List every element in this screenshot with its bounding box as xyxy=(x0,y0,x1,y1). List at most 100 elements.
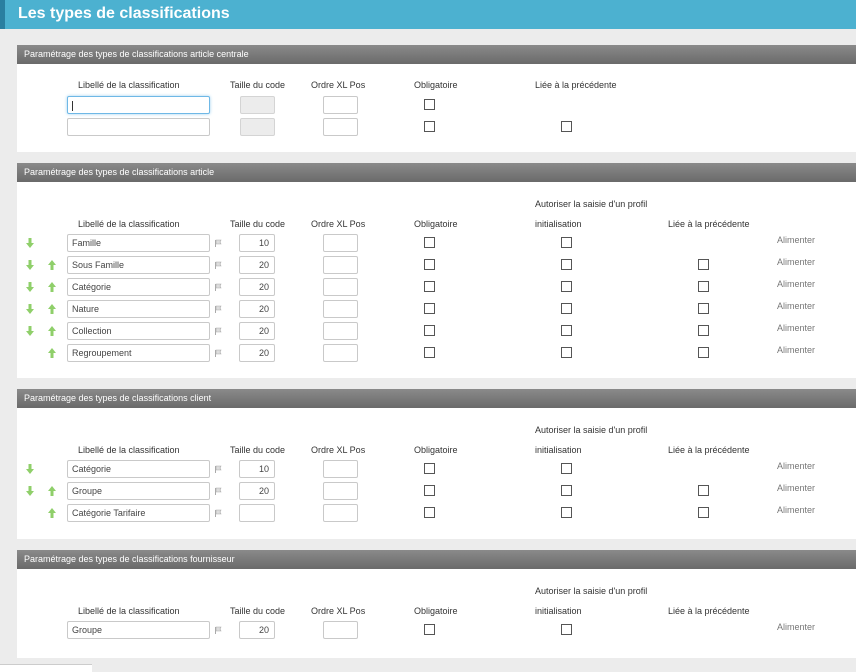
code-size-input[interactable]: 20 xyxy=(239,322,275,340)
initialisation-checkbox[interactable] xyxy=(561,463,572,474)
translate-icon[interactable] xyxy=(214,349,222,357)
translate-icon[interactable] xyxy=(214,283,222,291)
alimenter-link[interactable]: Alimenter xyxy=(777,505,815,515)
obligatoire-checkbox[interactable] xyxy=(424,347,435,358)
initialisation-checkbox[interactable] xyxy=(561,624,572,635)
obligatoire-checkbox[interactable] xyxy=(424,121,435,132)
liee-checkbox[interactable] xyxy=(698,259,709,270)
alimenter-link[interactable]: Alimenter xyxy=(777,345,815,355)
move-down-icon[interactable] xyxy=(26,326,34,336)
libelle-input[interactable]: Sous Famille xyxy=(67,256,210,274)
obligatoire-checkbox[interactable] xyxy=(424,303,435,314)
obligatoire-checkbox[interactable] xyxy=(424,325,435,336)
ordre-input[interactable] xyxy=(323,96,358,114)
ordre-input[interactable] xyxy=(323,300,358,318)
initialisation-checkbox[interactable] xyxy=(561,259,572,270)
move-down-icon[interactable] xyxy=(26,304,34,314)
libelle-input[interactable]: Catégorie xyxy=(67,278,210,296)
initialisation-checkbox[interactable] xyxy=(561,507,572,518)
move-down-icon[interactable] xyxy=(26,464,34,474)
libelle-input[interactable]: Catégorie xyxy=(67,460,210,478)
alimenter-link[interactable]: Alimenter xyxy=(777,235,815,245)
obligatoire-checkbox[interactable] xyxy=(424,624,435,635)
liee-checkbox[interactable] xyxy=(698,485,709,496)
ordre-input[interactable] xyxy=(323,460,358,478)
obligatoire-checkbox[interactable] xyxy=(424,485,435,496)
translate-icon[interactable] xyxy=(214,626,222,634)
move-down-icon[interactable] xyxy=(26,486,34,496)
move-up-icon[interactable] xyxy=(48,326,56,336)
translate-icon[interactable] xyxy=(214,487,222,495)
ordre-input[interactable] xyxy=(323,234,358,252)
code-size-input[interactable]: 10 xyxy=(239,234,275,252)
ordre-input[interactable] xyxy=(323,322,358,340)
move-up-icon[interactable] xyxy=(48,260,56,270)
alimenter-link[interactable]: Alimenter xyxy=(777,483,815,493)
liee-checkbox[interactable] xyxy=(561,121,572,132)
code-size-input[interactable]: 20 xyxy=(239,278,275,296)
obligatoire-checkbox[interactable] xyxy=(424,259,435,270)
translate-icon[interactable] xyxy=(214,261,222,269)
move-down-icon[interactable] xyxy=(26,238,34,248)
alimenter-link[interactable]: Alimenter xyxy=(777,323,815,333)
code-size-input[interactable]: 20 xyxy=(239,482,275,500)
libelle-input[interactable]: Collection xyxy=(67,322,210,340)
move-up-icon[interactable] xyxy=(48,304,56,314)
translate-icon[interactable] xyxy=(214,305,222,313)
initialisation-checkbox[interactable] xyxy=(561,281,572,292)
initialisation-checkbox[interactable] xyxy=(561,303,572,314)
libelle-input[interactable] xyxy=(67,118,210,136)
code-size-input[interactable]: 10 xyxy=(239,460,275,478)
alimenter-link[interactable]: Alimenter xyxy=(777,257,815,267)
libelle-input[interactable] xyxy=(67,96,210,114)
obligatoire-checkbox[interactable] xyxy=(424,99,435,110)
ordre-input[interactable] xyxy=(323,118,358,136)
alimenter-link[interactable]: Alimenter xyxy=(777,301,815,311)
code-size-input[interactable]: 20 xyxy=(239,621,275,639)
liee-checkbox[interactable] xyxy=(698,347,709,358)
alimenter-link[interactable]: Alimenter xyxy=(777,461,815,471)
alimenter-link[interactable]: Alimenter xyxy=(777,279,815,289)
move-up-icon[interactable] xyxy=(48,282,56,292)
initialisation-checkbox[interactable] xyxy=(561,485,572,496)
ordre-input[interactable] xyxy=(323,278,358,296)
liee-checkbox[interactable] xyxy=(698,325,709,336)
libelle-input[interactable]: Famille xyxy=(67,234,210,252)
ordre-input[interactable] xyxy=(323,256,358,274)
ordre-input[interactable] xyxy=(323,621,358,639)
move-down-icon[interactable] xyxy=(26,260,34,270)
initialisation-checkbox[interactable] xyxy=(561,237,572,248)
libelle-input[interactable]: Catégorie Tarifaire xyxy=(67,504,210,522)
libelle-input[interactable]: Groupe xyxy=(67,482,210,500)
libelle-input[interactable]: Groupe xyxy=(67,621,210,639)
initialisation-checkbox[interactable] xyxy=(561,347,572,358)
code-size-input[interactable] xyxy=(240,96,275,114)
obligatoire-checkbox[interactable] xyxy=(424,281,435,292)
move-up-icon[interactable] xyxy=(48,486,56,496)
obligatoire-checkbox[interactable] xyxy=(424,237,435,248)
move-down-icon[interactable] xyxy=(26,282,34,292)
move-up-icon[interactable] xyxy=(48,508,56,518)
alimenter-link[interactable]: Alimenter xyxy=(777,622,815,632)
initialisation-checkbox[interactable] xyxy=(561,325,572,336)
move-up-icon[interactable] xyxy=(48,348,56,358)
liee-checkbox[interactable] xyxy=(698,507,709,518)
code-size-input[interactable]: 20 xyxy=(239,300,275,318)
translate-icon[interactable] xyxy=(214,465,222,473)
obligatoire-checkbox[interactable] xyxy=(424,463,435,474)
ordre-input[interactable] xyxy=(323,482,358,500)
liee-checkbox[interactable] xyxy=(698,303,709,314)
translate-icon[interactable] xyxy=(214,509,222,517)
code-size-input[interactable] xyxy=(239,504,275,522)
liee-checkbox[interactable] xyxy=(698,281,709,292)
translate-icon[interactable] xyxy=(214,327,222,335)
code-size-input[interactable]: 20 xyxy=(239,344,275,362)
translate-icon[interactable] xyxy=(214,239,222,247)
libelle-input[interactable]: Nature xyxy=(67,300,210,318)
code-size-input[interactable] xyxy=(240,118,275,136)
ordre-input[interactable] xyxy=(323,344,358,362)
ordre-input[interactable] xyxy=(323,504,358,522)
code-size-input[interactable]: 20 xyxy=(239,256,275,274)
obligatoire-checkbox[interactable] xyxy=(424,507,435,518)
libelle-input[interactable]: Regroupement xyxy=(67,344,210,362)
